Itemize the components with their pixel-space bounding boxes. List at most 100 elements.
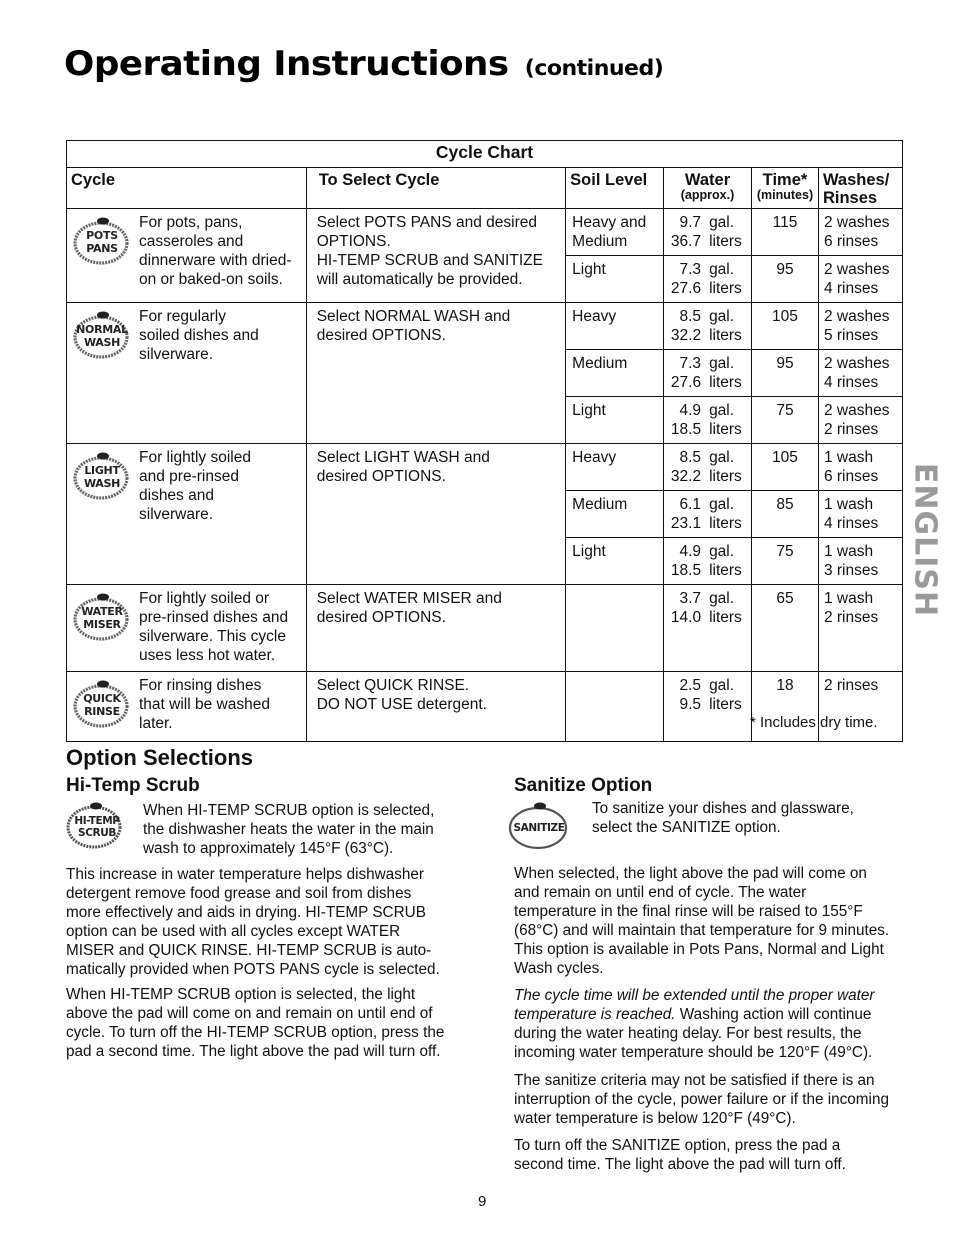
col-header-time: Time* (minutes): [751, 167, 819, 209]
water-gallons: 8.5: [679, 308, 702, 325]
water-liters: 23.1: [670, 515, 702, 532]
unit-liters: liters: [709, 233, 742, 250]
cycle-chart-body: POTS PANS For pots, pans, casseroles and d…: [66, 208, 904, 742]
water-gallons: 4.9: [679, 543, 702, 560]
soil-level: [565, 671, 665, 742]
cycle-chart-caption: Cycle Chart: [66, 140, 903, 168]
washes-rinses: 2 washes 5 rinses: [817, 302, 904, 350]
pad-icon-label: LIGHT: [84, 464, 120, 477]
page-title-subtitle: (continued): [524, 56, 664, 80]
washes-rinses: 2 washes 4 rinses: [817, 349, 904, 397]
option-selections-heading: Option Selections: [66, 745, 254, 770]
water-liters: 9.5: [679, 696, 702, 713]
soil-level: Light: [565, 537, 665, 585]
select-cycle-instructions: Select POTS PANS and desired OPTIONS. HI…: [305, 208, 567, 303]
water-liters: 18.5: [670, 562, 702, 579]
hitemp-scrub-pad-icon: HI-TEMP SCRUB: [66, 800, 128, 850]
washes-rinses: 1 wash 2 rinses: [817, 584, 904, 672]
time-footnote: * Includes dry time.: [750, 714, 878, 731]
unit-liters: liters: [709, 374, 742, 391]
water-liters: 14.0: [670, 609, 702, 626]
cycle-time-minutes: 105: [751, 443, 819, 491]
pad-icon-label: NORMAL: [76, 323, 128, 336]
cycle-description: For lightly soiled and pre-rinsed dishes…: [139, 449, 251, 523]
unit-gal: gal.: [709, 496, 735, 513]
water-gallons: 7.3: [679, 355, 702, 372]
water-gallons: 3.7: [679, 590, 702, 607]
water-liters: 27.6: [670, 280, 702, 297]
unit-gal: gal.: [709, 543, 735, 560]
sanitize-pad-icon: SANITIZE: [508, 800, 570, 850]
water-amount: 9.7 gal. 36.7 liters: [663, 208, 753, 256]
pad-icon-label: QUICK: [83, 692, 121, 705]
col-header-soil: Soil Level: [565, 167, 665, 209]
pad-icon-label: PANS: [86, 242, 118, 255]
page-title-main: Operating Instructions: [64, 44, 509, 84]
water-gallons: 2.5: [679, 677, 702, 694]
quick-rinse-pad-icon: QUICK RINSE: [73, 678, 131, 728]
unit-liters: liters: [709, 327, 742, 344]
unit-gal: gal.: [709, 590, 735, 607]
water-amount: 4.9 gal. 18.5 liters: [663, 396, 753, 444]
cycle-time-minutes: 85: [751, 490, 819, 538]
sanitize-paragraph-2: The cycle time will be extended until th…: [514, 986, 875, 1062]
soil-level: Medium: [565, 349, 665, 397]
unit-liters: liters: [709, 421, 742, 438]
hitemp-intro: When HI-TEMP SCRUB option is selected, t…: [143, 802, 435, 857]
cycle-cell: QUICK RINSE For rinsing dishes that will b…: [66, 671, 307, 742]
water-gallons: 4.9: [679, 402, 702, 419]
pots-pans-pad-icon: POTS PANS: [73, 215, 131, 265]
washes-rinses: 1 wash 3 rinses: [817, 537, 904, 585]
cycle-time-minutes: 75: [751, 396, 819, 444]
sanitize-paragraph-3: The sanitize criteria may not be satisfi…: [514, 1072, 889, 1127]
unit-gal: gal.: [709, 402, 735, 419]
pad-icon-label: MISER: [83, 618, 121, 631]
water-gallons: 6.1: [679, 496, 702, 513]
col-header-washes: Washes/ Rinses: [817, 167, 904, 209]
cycle-time-minutes: 65: [751, 584, 819, 672]
washes-rinses: 1 wash 4 rinses: [817, 490, 904, 538]
washes-rinses: 1 wash 6 rinses: [817, 443, 904, 491]
unit-gal: gal.: [709, 677, 735, 694]
normal-wash-pad-icon: NORMAL WASH: [73, 309, 131, 359]
unit-liters: liters: [709, 280, 742, 297]
sanitize-paragraph-4: To turn off the SANITIZE option, press t…: [514, 1137, 846, 1173]
soil-level: Light: [565, 396, 665, 444]
pad-icon-label: POTS: [86, 229, 118, 242]
unit-liters: liters: [709, 609, 742, 626]
cycle-row: NORMAL WASH For regularly soiled dishes an…: [66, 302, 904, 444]
hitemp-paragraph-2: When HI-TEMP SCRUB option is selected, t…: [66, 986, 445, 1060]
cycle-time-minutes: 115: [751, 208, 819, 256]
cycle-row: POTS PANS For pots, pans, casseroles and d…: [66, 208, 904, 303]
cycle-row: LIGHT WASH For lightly soiled and pre-rins…: [66, 443, 904, 585]
pad-icon-label: HI-TEMP: [74, 815, 120, 827]
cycle-time-minutes: 95: [751, 255, 819, 303]
select-cycle-instructions: Select QUICK RINSE. DO NOT USE detergent…: [305, 671, 567, 742]
unit-gal: gal.: [709, 214, 735, 231]
col-header-select: To Select Cycle: [305, 167, 567, 209]
pad-icon-label: SANITIZE: [513, 822, 565, 834]
cycle-time-minutes: 18: [751, 671, 819, 742]
water-gallons: 9.7: [679, 214, 702, 231]
unit-gal: gal.: [709, 261, 735, 278]
cycle-cell: LIGHT WASH For lightly soiled and pre-rins…: [66, 443, 307, 585]
cycle-time-minutes: 105: [751, 302, 819, 350]
cycle-row: QUICK RINSE For rinsing dishes that will b…: [66, 671, 904, 742]
sanitize-intro: To sanitize your dishes and glassware, s…: [592, 800, 854, 836]
cycle-time-minutes: 95: [751, 349, 819, 397]
cycle-description: For rinsing dishes that will be washed l…: [139, 677, 270, 732]
washes-rinses: 2 rinses: [817, 671, 904, 742]
sanitize-heading: Sanitize Option: [514, 775, 653, 796]
hitemp-heading: Hi-Temp Scrub: [66, 775, 200, 796]
language-side-tab: ENGLISH: [908, 450, 943, 630]
cycle-time-minutes: 75: [751, 537, 819, 585]
unit-liters: liters: [709, 562, 742, 579]
water-liters: 27.6: [670, 374, 702, 391]
light-wash-pad-icon: LIGHT WASH: [73, 450, 131, 500]
soil-level: Heavy: [565, 443, 665, 491]
water-gallons: 8.5: [679, 449, 702, 466]
pad-icon-label: WASH: [83, 336, 121, 349]
col-header-water: Water (approx.): [663, 167, 753, 209]
soil-level: Heavy and Medium: [565, 208, 665, 256]
water-liters: 32.2: [670, 468, 702, 485]
